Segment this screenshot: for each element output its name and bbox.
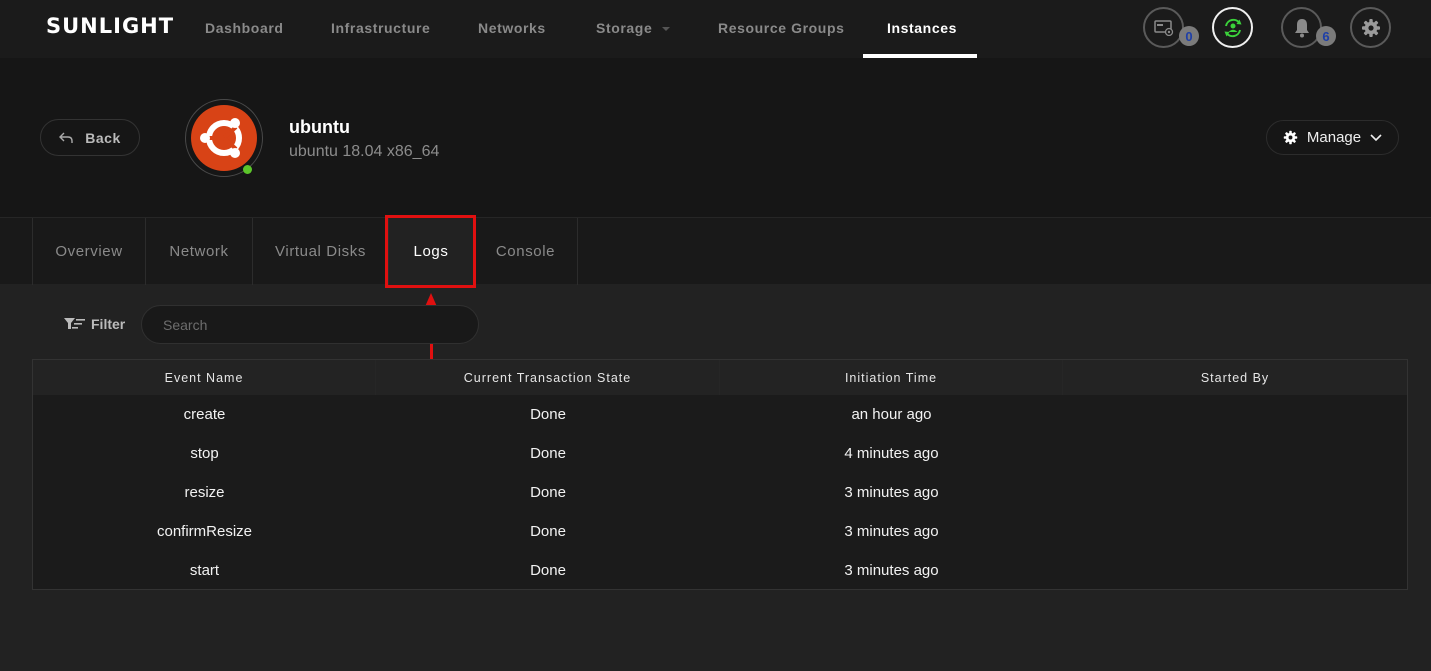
nav-item-infrastructure[interactable]: Infrastructure xyxy=(331,20,430,36)
gear-icon xyxy=(1283,130,1298,145)
cell-transaction-state: Done xyxy=(530,523,566,540)
notification-count-badge: 6 xyxy=(1316,26,1336,46)
manage-label: Manage xyxy=(1306,129,1362,146)
sim-card-button[interactable] xyxy=(1143,7,1184,48)
table-body: create Done an hour ago stop Done 4 minu… xyxy=(33,395,1407,590)
back-arrow-icon xyxy=(59,132,73,143)
tab-network[interactable]: Network xyxy=(145,218,252,285)
cell-started-by xyxy=(1063,434,1407,473)
instance-tabs: Overview Network Virtual Disks Logs Cons… xyxy=(0,217,1431,285)
cell-event-name: confirmResize xyxy=(156,523,253,540)
gear-icon xyxy=(1361,18,1380,37)
table-row[interactable]: confirmResize Done 3 minutes ago xyxy=(33,512,1407,551)
ubuntu-logo-icon xyxy=(191,105,257,171)
cell-event-name: start xyxy=(189,562,220,579)
table-row[interactable]: resize Done 3 minutes ago xyxy=(33,473,1407,512)
sunlight-logo[interactable]: SUNLIGHT xyxy=(46,14,174,38)
table-row[interactable]: stop Done 4 minutes ago xyxy=(33,434,1407,473)
cell-initiation-time: an hour ago xyxy=(851,406,932,423)
nav-item-dashboard[interactable]: Dashboard xyxy=(205,20,284,36)
instance-os: ubuntu 18.04 x86_64 xyxy=(289,143,440,160)
tab-overview[interactable]: Overview xyxy=(32,218,145,285)
cell-event-name: stop xyxy=(190,445,219,462)
column-header-initiation-time[interactable]: Initiation Time xyxy=(720,360,1063,395)
tab-console[interactable]: Console xyxy=(473,218,578,285)
search-input[interactable] xyxy=(141,305,479,344)
nav-item-storage[interactable]: Storage xyxy=(596,20,671,36)
table-row[interactable]: create Done an hour ago xyxy=(33,395,1407,434)
cell-initiation-time: 4 minutes ago xyxy=(844,445,939,462)
tab-virtual-disks[interactable]: Virtual Disks xyxy=(252,218,388,285)
cell-started-by xyxy=(1063,551,1407,590)
nav-item-instances[interactable]: Instances xyxy=(887,20,957,36)
nav-item-storage-label: Storage xyxy=(596,20,653,36)
chevron-down-icon xyxy=(1370,133,1382,141)
table-header: Event Name Current Transaction State Ini… xyxy=(33,360,1407,395)
cell-initiation-time: 3 minutes ago xyxy=(844,523,939,540)
logs-table: Event Name Current Transaction State Ini… xyxy=(32,359,1408,590)
sim-count-badge: 0 xyxy=(1179,26,1199,46)
cell-transaction-state: Done xyxy=(530,445,566,462)
manage-button[interactable]: Manage xyxy=(1266,120,1399,155)
filter-button[interactable]: Filter xyxy=(64,316,125,332)
cell-initiation-time: 3 minutes ago xyxy=(844,484,939,501)
cell-started-by xyxy=(1063,473,1407,512)
tab-logs[interactable]: Logs xyxy=(388,218,473,285)
active-user-button[interactable] xyxy=(1212,7,1253,48)
cell-event-name: create xyxy=(183,406,226,423)
column-header-started-by[interactable]: Started By xyxy=(1063,360,1407,395)
settings-button[interactable] xyxy=(1350,7,1391,48)
notifications-button[interactable] xyxy=(1281,7,1322,48)
instance-header: Back ubuntu ubuntu 18.04 x86_64 Manage xyxy=(0,58,1431,217)
nav-item-resource-groups[interactable]: Resource Groups xyxy=(718,20,844,36)
instance-name: ubuntu xyxy=(289,117,350,137)
status-indicator xyxy=(243,165,252,174)
cell-transaction-state: Done xyxy=(530,406,566,423)
filter-icon xyxy=(64,318,85,329)
table-row[interactable]: start Done 3 minutes ago xyxy=(33,551,1407,590)
cell-started-by xyxy=(1063,512,1407,551)
sim-card-icon xyxy=(1153,19,1173,36)
cell-event-name: resize xyxy=(184,484,225,501)
bell-icon xyxy=(1294,18,1309,37)
column-header-event-name[interactable]: Event Name xyxy=(33,360,376,395)
column-header-transaction-state[interactable]: Current Transaction State xyxy=(376,360,720,395)
cell-transaction-state: Done xyxy=(530,484,566,501)
cell-started-by xyxy=(1063,395,1407,434)
filter-label: Filter xyxy=(91,316,126,332)
user-sync-icon xyxy=(1224,18,1241,37)
nav-item-networks[interactable]: Networks xyxy=(478,20,546,36)
top-navigation: SUNLIGHT Dashboard Infrastructure Networ… xyxy=(0,0,1431,58)
cell-transaction-state: Done xyxy=(530,562,566,579)
cell-initiation-time: 3 minutes ago xyxy=(844,562,939,579)
back-label: Back xyxy=(85,129,121,146)
chevron-down-icon xyxy=(662,27,671,32)
back-button[interactable]: Back xyxy=(40,119,140,156)
